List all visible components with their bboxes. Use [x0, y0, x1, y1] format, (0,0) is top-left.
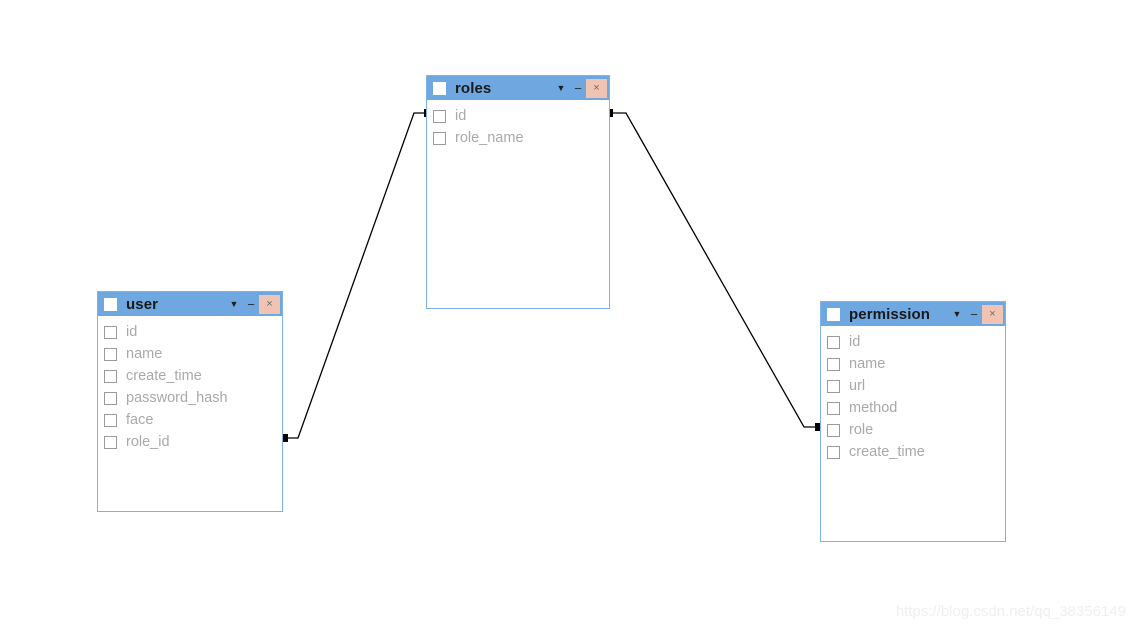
chevron-down-icon[interactable]: ▼ [552, 76, 570, 100]
table-window-permission[interactable]: permission ▼ − × id name url method role create_t… [820, 301, 1006, 542]
title-bar-roles[interactable]: roles ▼ − × [427, 76, 609, 100]
field-label: create_time [126, 368, 202, 384]
field-row[interactable]: face [98, 409, 282, 431]
table-window-roles[interactable]: roles ▼ − × id role_name [426, 75, 610, 309]
field-label: id [455, 108, 467, 124]
field-label: create_time [849, 444, 925, 460]
field-label: password_hash [126, 390, 228, 406]
field-row[interactable]: create_time [98, 365, 282, 387]
field-row[interactable]: name [821, 353, 1005, 375]
table-title: permission [849, 305, 931, 323]
table-icon [827, 307, 840, 321]
watermark: https://blog.csdn.net/qq_38356149 [895, 603, 1126, 620]
field-checkbox[interactable] [104, 435, 117, 449]
field-label: role_name [455, 130, 524, 146]
field-checkbox[interactable] [827, 357, 840, 371]
field-checkbox[interactable] [104, 369, 117, 383]
close-icon[interactable]: × [259, 294, 280, 314]
field-checkbox[interactable] [104, 413, 117, 427]
relationship-line-roles-to-permission [609, 112, 819, 428]
title-controls: ▼ − × [948, 302, 1005, 326]
field-label: id [126, 324, 138, 340]
chevron-down-icon[interactable]: ▼ [225, 292, 243, 316]
field-row[interactable]: password_hash [98, 387, 282, 409]
title-controls: ▼ − × [552, 76, 609, 100]
close-icon[interactable]: × [586, 78, 607, 98]
field-row[interactable]: id [98, 321, 282, 343]
field-label: role_id [126, 434, 170, 450]
field-checkbox[interactable] [104, 347, 117, 361]
field-label: id [849, 334, 861, 350]
minimize-icon[interactable]: − [243, 292, 259, 316]
field-checkbox[interactable] [827, 379, 840, 393]
table-window-user[interactable]: user ▼ − × id name create_time password_hashfac… [97, 291, 283, 512]
field-list: id name create_time password_hashface role_i… [98, 316, 282, 453]
table-icon [433, 81, 446, 95]
field-checkbox[interactable] [433, 109, 446, 123]
field-list: id name url method role create_time [821, 326, 1005, 463]
field-row[interactable]: id [427, 105, 609, 127]
field-label: face [126, 412, 154, 428]
title-bar-permission[interactable]: permission ▼ − × [821, 302, 1005, 326]
field-list: id role_name [427, 100, 609, 149]
minimize-icon[interactable]: − [966, 302, 982, 326]
minimize-icon[interactable]: − [570, 76, 586, 100]
field-row[interactable]: role_name [427, 127, 609, 149]
field-checkbox[interactable] [827, 335, 840, 349]
field-checkbox[interactable] [827, 445, 840, 459]
field-label: method [849, 400, 898, 416]
field-row[interactable]: role [821, 419, 1005, 441]
field-row[interactable]: method [821, 397, 1005, 419]
field-checkbox[interactable] [104, 325, 117, 339]
table-icon [104, 297, 117, 311]
field-label: role [849, 422, 874, 438]
relationship-line-user-to-roles [284, 112, 428, 439]
field-row[interactable]: id [821, 331, 1005, 353]
close-icon[interactable]: × [982, 304, 1003, 324]
chevron-down-icon[interactable]: ▼ [948, 302, 966, 326]
field-checkbox[interactable] [104, 391, 117, 405]
field-row[interactable]: role_id [98, 431, 282, 453]
table-title: user [126, 295, 159, 313]
field-row[interactable]: create_time [821, 441, 1005, 463]
diagram-canvas: user ▼ − × id name create_time password_hash fac… [0, 0, 1134, 628]
field-row[interactable]: name [98, 343, 282, 365]
field-label: name [126, 346, 163, 362]
field-label: url [849, 378, 866, 394]
title-bar-user[interactable]: user ▼ − × [98, 292, 282, 316]
table-title: roles [455, 79, 492, 97]
field-label: name [849, 356, 886, 372]
title-controls: ▼ − × [225, 292, 282, 316]
field-checkbox[interactable] [827, 423, 840, 437]
field-checkbox[interactable] [827, 401, 840, 415]
field-checkbox[interactable] [433, 131, 446, 145]
field-row[interactable]: url [821, 375, 1005, 397]
